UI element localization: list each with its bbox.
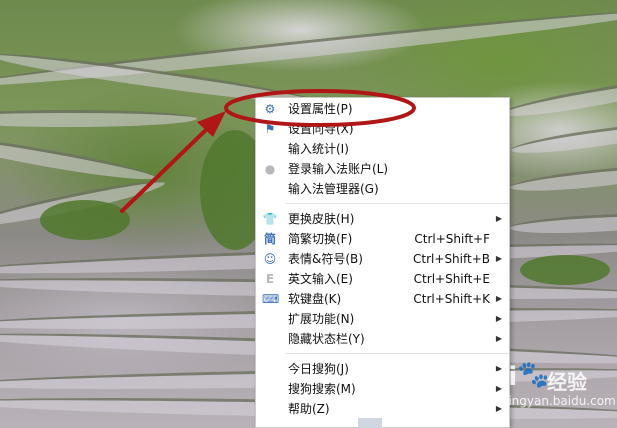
menu-item[interactable]: 扩展功能(N) ▶ [256,309,509,329]
menu-item[interactable]: 👕 更换皮肤(H) ▶ [256,209,509,229]
menu-item[interactable]: 输入统计(I) [256,139,509,159]
menu-item-label: 输入统计(I) [288,142,349,156]
menu-item[interactable]: ● 登录输入法账户(L) [256,159,509,179]
menu-group: 今日搜狗(J) ▶ 搜狗搜索(M) ▶ 帮助(Z) ▶ [256,358,509,419]
menu-item-label: 简繁切换(F) [288,232,353,246]
letter-e-icon: E [265,272,275,286]
menu-item-shortcut: Ctrl+Shift+B [413,252,490,266]
menu-group: ⚙ 设置属性(P) ⚑ 设置向导(X) 输入统计(I) ● 登录输入法账户(L) 输入法管理器… [256,98,509,199]
menu-item-label: 更换皮肤(H) [288,212,355,226]
menu-group: 👕 更换皮肤(H) ▶ 简简繁切换(F) Ctrl+Shift+F ☺ 表情&符号(B) Ct… [256,208,509,349]
submenu-arrow-icon: ▶ [495,294,502,303]
menu-item[interactable]: 简简繁切换(F) Ctrl+Shift+F [256,229,509,249]
menu-item-label: 设置属性(P) [288,102,353,116]
menu-item[interactable]: ☺ 表情&符号(B) Ctrl+Shift+B ▶ [256,249,509,269]
submenu-arrow-icon: ▶ [495,214,502,223]
context-menu: ⚙ 设置属性(P) ⚑ 设置向导(X) 输入统计(I) ● 登录输入法账户(L) 输入法管理器… [255,97,510,428]
paw-icon: 🐾 [517,360,550,390]
menu-item[interactable]: 输入法管理器(G) [256,179,509,199]
menu-item-label: 软键盘(K) [288,292,342,306]
menu-item-label: 搜狗搜索(M) [288,382,356,396]
keyboard-icon: ⌨ [262,292,280,306]
menu-item[interactable]: 今日搜狗(J) ▶ [256,359,509,379]
menu-item[interactable]: ⚙ 设置属性(P) [256,99,509,119]
watermark-brand: Bai [473,362,517,392]
smiley-icon: ☺ [263,252,277,266]
menu-item-label: 隐藏状态栏(Y) [288,332,365,346]
menu-item[interactable]: ⌨ 软键盘(K) Ctrl+Shift+K ▶ [256,289,509,309]
menu-item-shortcut: Ctrl+Shift+E [413,272,490,286]
flag-icon: ⚑ [264,122,276,136]
menu-item-label: 帮助(Z) [288,402,330,416]
menu-item-label: 扩展功能(N) [288,312,355,326]
submenu-arrow-icon: ▶ [495,314,502,323]
simplified-icon: 简 [263,232,276,246]
watermark-name: 经验 [547,370,587,394]
menu-item-label: 登录输入法账户(L) [288,162,389,176]
menu-item-label: 表情&符号(B) [288,252,363,266]
user-icon: ● [264,162,276,176]
menu-item[interactable]: 隐藏状态栏(Y) ▶ [256,329,509,349]
menu-item[interactable]: 帮助(Z) ▶ [256,399,509,419]
menu-item-shortcut: Ctrl+Shift+K [413,292,490,306]
menu-item-label: 输入法管理器(G) [288,182,379,196]
watermark-url: jingyan.baidu.com [505,394,616,408]
menu-item-label: 今日搜狗(J) [288,362,349,376]
menu-item-label: 设置向导(X) [288,122,354,136]
menu-item[interactable]: E 英文输入(E) Ctrl+Shift+E [256,269,509,289]
baidu-jingyan-watermark: Bai 🐾 经验 jingyan.baidu.com [473,360,616,414]
menu-separator [286,353,509,354]
menu-item-label: 英文输入(E) [288,272,353,286]
taskbar-fragment [358,418,382,428]
menu-item[interactable]: 搜狗搜索(M) ▶ [256,379,509,399]
menu-item[interactable]: ⚑ 设置向导(X) [256,119,509,139]
gear-icon: ⚙ [264,102,276,116]
tshirt-icon: 👕 [262,212,278,226]
menu-separator [286,203,509,204]
submenu-arrow-icon: ▶ [495,254,502,263]
menu-item-shortcut: Ctrl+Shift+F [414,232,490,246]
submenu-arrow-icon: ▶ [495,334,502,343]
